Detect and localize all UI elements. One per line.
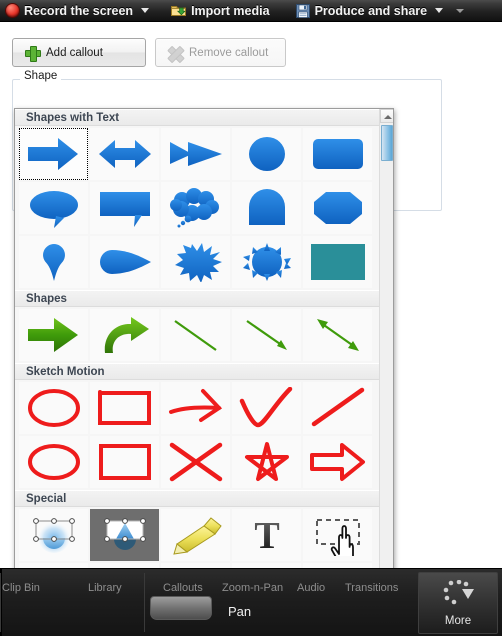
- gallery-item-thought-cloud-text[interactable]: [161, 182, 230, 234]
- add-callout-label: Add callout: [46, 46, 103, 59]
- gallery-item-green-curved-arrow[interactable]: [90, 309, 159, 361]
- gallery-item-text-only[interactable]: T: [232, 509, 301, 561]
- group-header-sketch-motion: Sketch Motion: [15, 363, 381, 380]
- gallery-item-sketch-rect[interactable]: [90, 436, 159, 488]
- gallery-item-starburst-text[interactable]: [232, 236, 301, 288]
- gallery-item-interactive-hotspot[interactable]: [303, 509, 372, 561]
- green-plus-icon: [25, 45, 41, 62]
- group-header-shapes: Shapes: [15, 290, 381, 307]
- remove-callout-label: Remove callout: [189, 46, 269, 59]
- gallery-item-dome-text[interactable]: [232, 182, 301, 234]
- group-grid-sketch-motion: [15, 380, 381, 490]
- bottom-tab-audio[interactable]: Audio: [297, 582, 325, 594]
- pan-label: Pan: [228, 604, 252, 619]
- gallery-item-sketch-x[interactable]: [161, 436, 230, 488]
- more-label: More: [444, 614, 472, 627]
- floppy-save-icon: [295, 3, 310, 18]
- gallery-item-arrow-chevron-text[interactable]: [161, 128, 230, 180]
- gray-x-icon: [168, 46, 182, 60]
- group-grid-shapes-with-text: [15, 126, 381, 290]
- record-red-dot-icon: [6, 4, 19, 17]
- shape-groupbox-legend: Shape: [20, 70, 62, 82]
- gallery-item-sketch-oval-draw[interactable]: [19, 382, 88, 434]
- bottom-tab-zoom-n-pan[interactable]: Zoom-n-Pan: [222, 582, 283, 594]
- bottom-tab-clip-bin[interactable]: Clip Bin: [2, 582, 40, 594]
- produce-dropdown-chevron-down-icon[interactable]: [435, 8, 444, 13]
- group-header-shapes-with-text: Shapes with Text: [15, 109, 381, 126]
- gallery-item-green-block-arrow[interactable]: [19, 309, 88, 361]
- bottom-tab-library[interactable]: Library: [88, 582, 122, 594]
- gallery-item-speech-oval-text[interactable]: [19, 182, 88, 234]
- gallery-item-blur[interactable]: [19, 509, 88, 561]
- gallery-item-highlight[interactable]: [161, 509, 230, 561]
- gallery-item-sketch-line-draw[interactable]: [303, 382, 372, 434]
- produce-and-share-button[interactable]: Produce and share: [290, 0, 471, 22]
- more-dots-chevron-icon: [438, 579, 478, 611]
- pan-handle-icon[interactable]: [150, 596, 212, 620]
- gallery-item-sketch-star[interactable]: [232, 436, 301, 488]
- gallery-item-green-line[interactable]: [161, 309, 230, 361]
- folder-import-icon: [171, 4, 187, 17]
- svg-text:T: T: [254, 517, 279, 553]
- gallery-item-tapered-pointer-text[interactable]: [90, 236, 159, 288]
- gallery-item-spotlight[interactable]: [90, 509, 159, 561]
- bottom-toolbar: Clip Bin Library Callouts Zoom-n-Pan Aud…: [0, 568, 502, 636]
- gallery-scrollbar-thumb[interactable]: [381, 125, 393, 161]
- gallery-item-sketch-oval[interactable]: [19, 436, 88, 488]
- gallery-item-speech-rect-text[interactable]: [90, 182, 159, 234]
- group-header-special: Special: [15, 490, 381, 507]
- gallery-item-arrow-right-text[interactable]: [19, 128, 88, 180]
- more-button[interactable]: More: [418, 572, 498, 634]
- gallery-item-arrow-double-text[interactable]: [90, 128, 159, 180]
- import-media-label: Import media: [191, 3, 270, 18]
- group-grid-shapes: [15, 307, 381, 363]
- gallery-item-green-double-line-arrow[interactable]: [303, 309, 372, 361]
- gallery-item-sketch-arrow-draw[interactable]: [161, 382, 230, 434]
- gallery-item-ellipse-text[interactable]: [232, 128, 301, 180]
- main-toolbar: Record the screen Import media Produce a…: [0, 0, 502, 22]
- record-dropdown-chevron-down-icon[interactable]: [141, 8, 150, 13]
- add-callout-button[interactable]: Add callout: [12, 38, 146, 67]
- record-the-screen-button[interactable]: Record the screen: [0, 0, 155, 22]
- gallery-item-octagon-text[interactable]: [303, 182, 372, 234]
- callouts-panel: Add callout Remove callout Shape Shapes …: [0, 22, 502, 636]
- gallery-item-sketch-check-draw[interactable]: [232, 382, 301, 434]
- remove-callout-button[interactable]: Remove callout: [155, 38, 286, 67]
- gallery-scrollbar[interactable]: [379, 109, 393, 621]
- gallery-item-explosion-text[interactable]: [161, 236, 230, 288]
- shape-gallery-dropdown[interactable]: Shapes with Text Shapes Sketch Motion Sp…: [14, 108, 394, 622]
- gallery-item-sketch-block-arrow[interactable]: [303, 436, 372, 488]
- toolbar-overflow-chevron-down-icon[interactable]: [456, 8, 465, 13]
- produce-and-share-label: Produce and share: [314, 3, 428, 18]
- bottom-tab-callouts[interactable]: Callouts: [163, 582, 203, 594]
- gallery-item-solid-rectangle-text[interactable]: [303, 236, 372, 288]
- gallery-item-sketch-rect-draw[interactable]: [90, 382, 159, 434]
- record-the-screen-label: Record the screen: [24, 3, 134, 18]
- scroll-up-arrow-icon[interactable]: [380, 109, 393, 123]
- import-media-button[interactable]: Import media: [165, 0, 276, 22]
- shape-gallery-list: Shapes with Text Shapes Sketch Motion Sp…: [15, 109, 381, 621]
- gallery-item-pin-drop-text[interactable]: [19, 236, 88, 288]
- gallery-item-rounded-rect-text[interactable]: [303, 128, 372, 180]
- bottom-tab-transitions[interactable]: Transitions: [345, 582, 398, 594]
- gallery-item-green-line-arrow[interactable]: [232, 309, 301, 361]
